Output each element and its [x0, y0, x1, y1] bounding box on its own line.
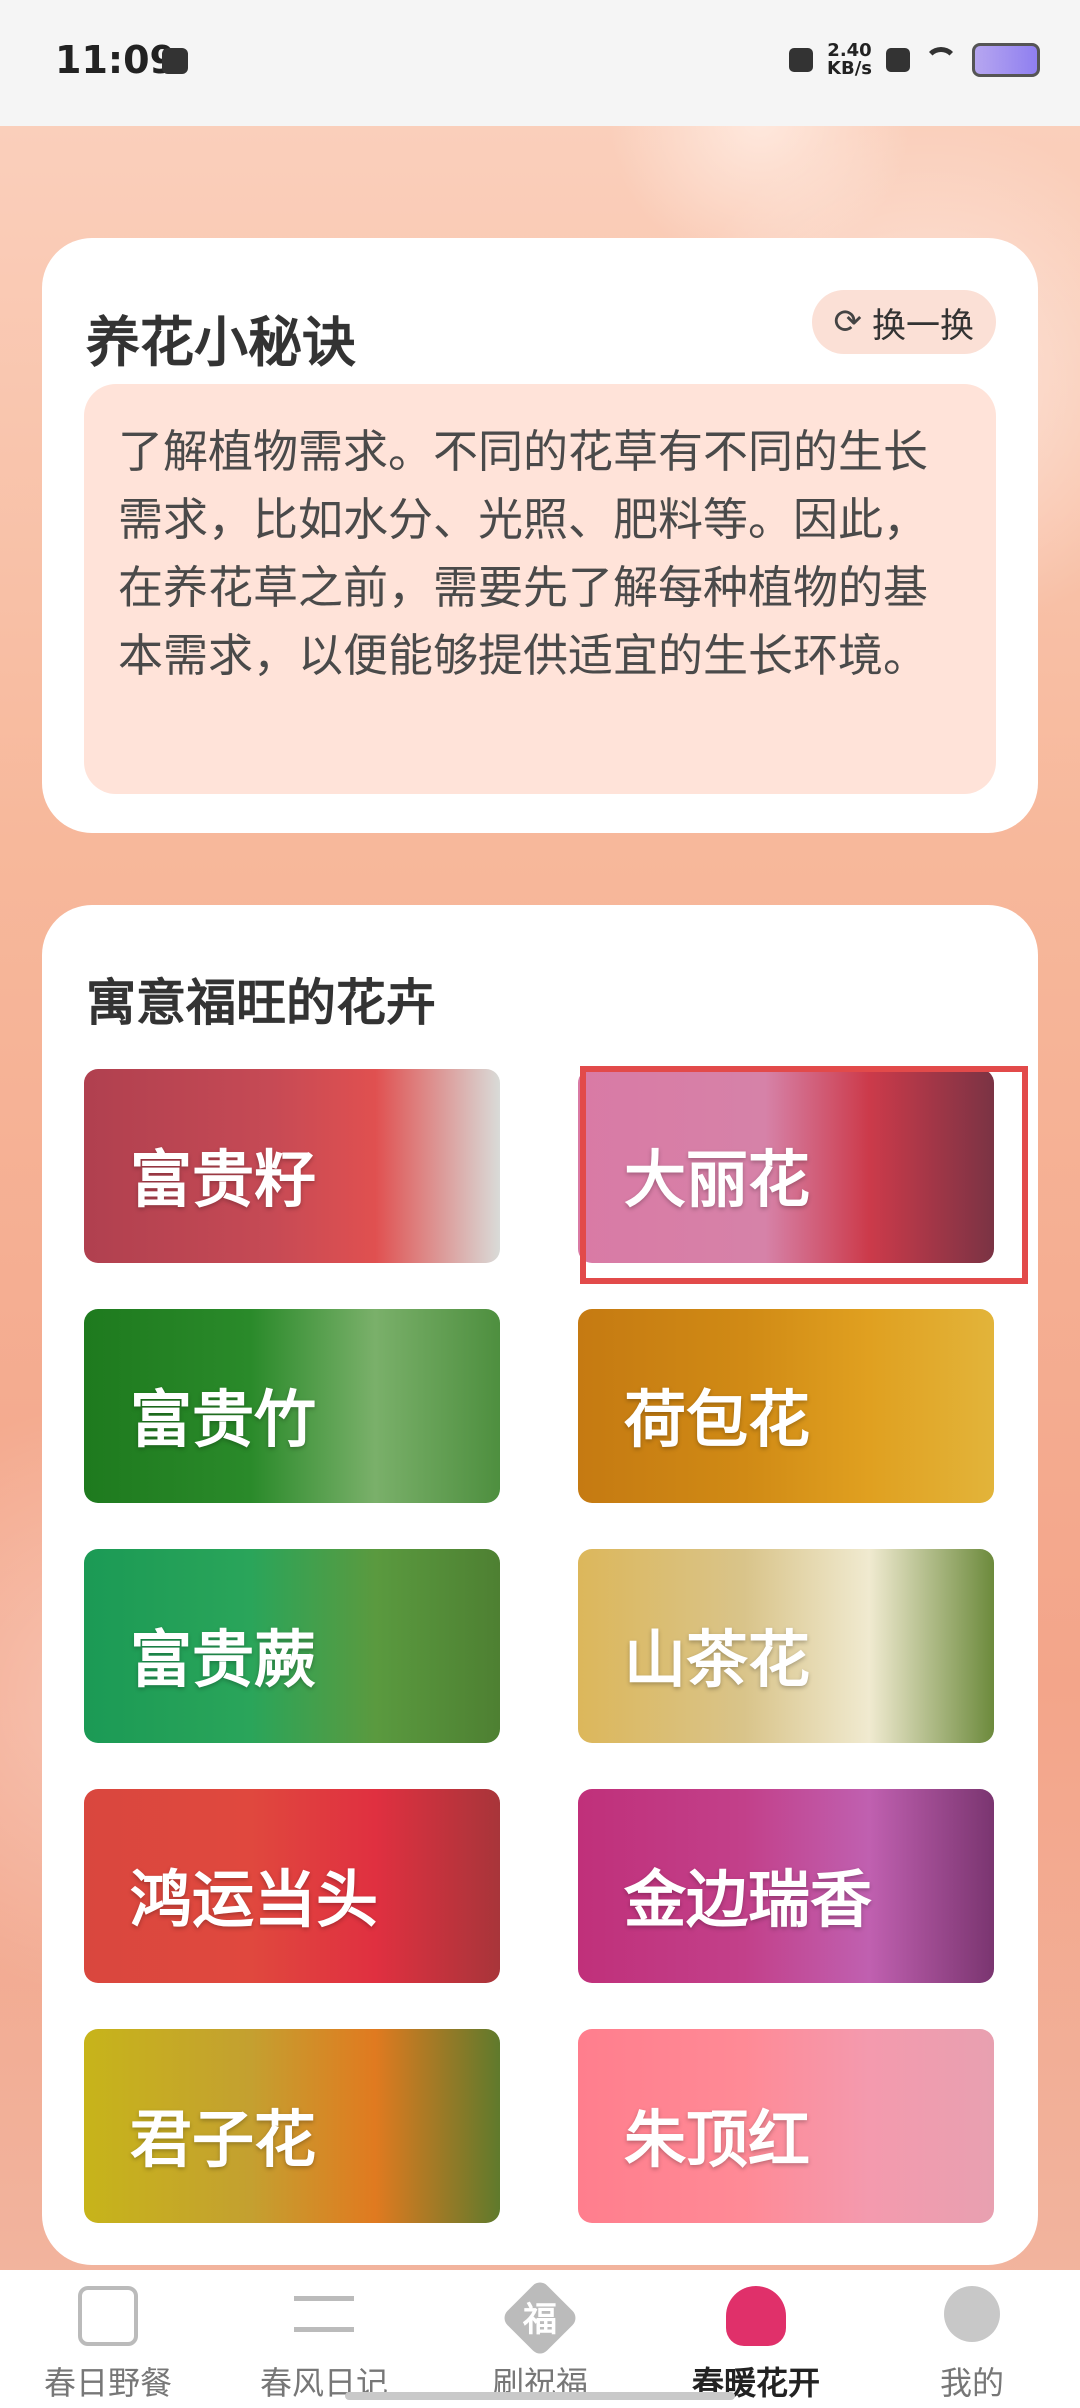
- flower-label: 荷包花: [624, 1383, 811, 1456]
- flower-label: 富贵籽: [130, 1143, 317, 1216]
- nav-item-blessing[interactable]: 福 刷祝福: [432, 2270, 648, 2408]
- battery-icon: [972, 43, 1040, 77]
- flower-label: 山茶花: [624, 1623, 811, 1696]
- refresh-icon: ⟳: [833, 302, 863, 342]
- wind-icon: [294, 2296, 354, 2332]
- flower-label: 君子花: [130, 2103, 317, 2176]
- flower-label: 金边瑞香: [624, 1863, 873, 1936]
- flowers-title: 寓意福旺的花卉: [86, 974, 436, 1032]
- tulip-icon: [726, 2286, 786, 2346]
- flower-label: 朱顶红: [624, 2103, 811, 2176]
- flower-tile-hongyundangtou[interactable]: 鸿运当头: [84, 1789, 500, 1983]
- tips-title: 养花小秘诀: [86, 311, 356, 374]
- nav-item-me[interactable]: 我的: [864, 2270, 1080, 2408]
- status-icons: 2.40 KB/s: [789, 40, 1040, 80]
- network-speed-unit: KB/s: [827, 58, 872, 79]
- flower-tile-fuguizi[interactable]: 富贵籽: [84, 1069, 500, 1263]
- nav-label: 春日野餐: [43, 2364, 172, 2402]
- fu-icon-text: 福: [523, 2300, 557, 2340]
- status-time: 11:09: [55, 38, 176, 82]
- nav-item-diary[interactable]: 春风日记: [216, 2270, 432, 2408]
- basket-icon: [78, 2286, 138, 2346]
- flower-tile-hebaohua[interactable]: 荷包花: [578, 1309, 994, 1503]
- selection-highlight: [580, 1066, 1028, 1284]
- flower-tile-shanchahua[interactable]: 山茶花: [578, 1549, 994, 1743]
- flower-label: 富贵蕨: [130, 1623, 317, 1696]
- tips-card: 养花小秘诀 ⟳ 换一换 了解植物需求。不同的花草有不同的生长需求，比如水分、光照…: [42, 238, 1038, 833]
- bottom-nav: 春日野餐 春风日记 福 刷祝福 春暖花开 我的: [0, 2270, 1080, 2408]
- mail-icon: [162, 48, 188, 74]
- swap-label: 换一换: [872, 305, 974, 346]
- tips-text: 了解植物需求。不同的花草有不同的生长需求，比如水分、光照、肥料等。因此，在养花草…: [84, 384, 996, 794]
- wifi-icon: [924, 47, 958, 73]
- mute-icon: [789, 48, 814, 72]
- flower-tile-jinbianruixiang[interactable]: 金边瑞香: [578, 1789, 994, 1983]
- nav-item-picnic[interactable]: 春日野餐: [0, 2270, 216, 2408]
- home-indicator[interactable]: [345, 2392, 735, 2400]
- flower-label: 鸿运当头: [130, 1863, 379, 1936]
- flower-tile-zhudinghong[interactable]: 朱顶红: [578, 2029, 994, 2223]
- flower-tile-fuguijue[interactable]: 富贵蕨: [84, 1549, 500, 1743]
- nav-item-spring-flowers[interactable]: 春暖花开: [648, 2270, 864, 2408]
- close-box-icon: [886, 48, 910, 72]
- swap-button[interactable]: ⟳ 换一换: [811, 290, 996, 354]
- flower-tile-fuguizhu[interactable]: 富贵竹: [84, 1309, 500, 1503]
- person-icon: [944, 2286, 1000, 2342]
- nav-label: 我的: [939, 2364, 1004, 2402]
- flower-tile-junzihua[interactable]: 君子花: [84, 2029, 500, 2223]
- network-speed: 2.40 KB/s: [827, 42, 872, 78]
- status-bar: 11:09 2.40 KB/s: [0, 0, 1080, 126]
- flower-label: 富贵竹: [130, 1383, 317, 1456]
